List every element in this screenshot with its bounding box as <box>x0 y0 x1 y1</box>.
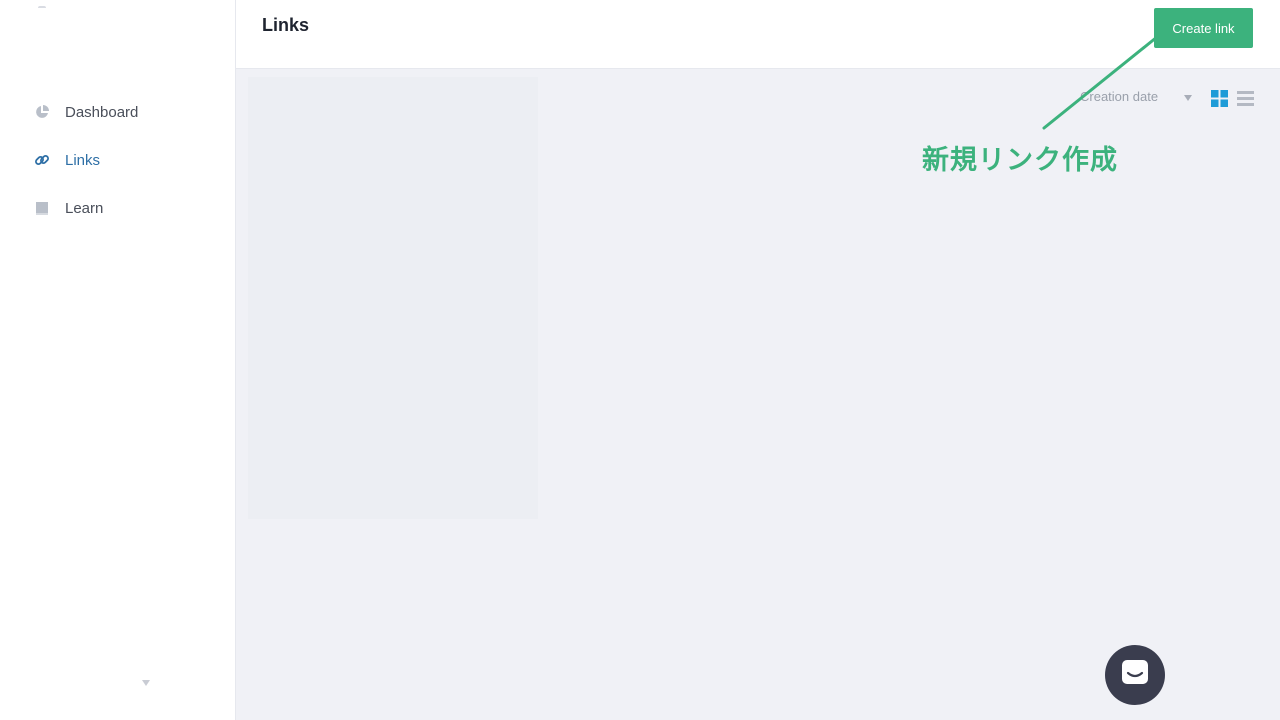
chevron-down-icon[interactable] <box>142 680 150 686</box>
annotation-label: 新規リンク作成 <box>922 145 1118 176</box>
sidebar-item-label: Dashboard <box>65 103 139 121</box>
main-content: Creation date <box>236 69 1280 720</box>
sidebar: Dashboard Links Learn <box>0 0 236 720</box>
sidebar-item-links[interactable]: Links <box>0 136 236 184</box>
create-link-button[interactable]: Create link <box>1154 8 1253 48</box>
app-root: Dashboard Links Learn Links Create link … <box>0 0 1280 720</box>
page-header: Links Create link <box>236 0 1280 69</box>
book-icon <box>34 200 50 216</box>
sidebar-item-learn[interactable]: Learn <box>0 184 236 232</box>
chat-launcher-button[interactable] <box>1105 645 1165 705</box>
sort-dropdown[interactable]: Creation date <box>1080 89 1158 104</box>
page-title: Links <box>262 15 310 35</box>
sidebar-item-label: Learn <box>65 199 104 217</box>
chat-bubble-icon <box>1120 658 1150 693</box>
sidebar-nav: Dashboard Links Learn <box>0 88 236 232</box>
chevron-down-icon[interactable] <box>1184 95 1192 101</box>
logo <box>38 6 46 10</box>
sidebar-item-dashboard[interactable]: Dashboard <box>0 88 236 136</box>
pie-chart-icon <box>34 104 50 120</box>
link-icon <box>34 152 50 168</box>
grid-view-icon[interactable] <box>1211 90 1228 107</box>
list-view-icon[interactable] <box>1237 90 1254 107</box>
link-card-placeholder <box>248 77 538 519</box>
sidebar-item-label: Links <box>65 151 101 169</box>
